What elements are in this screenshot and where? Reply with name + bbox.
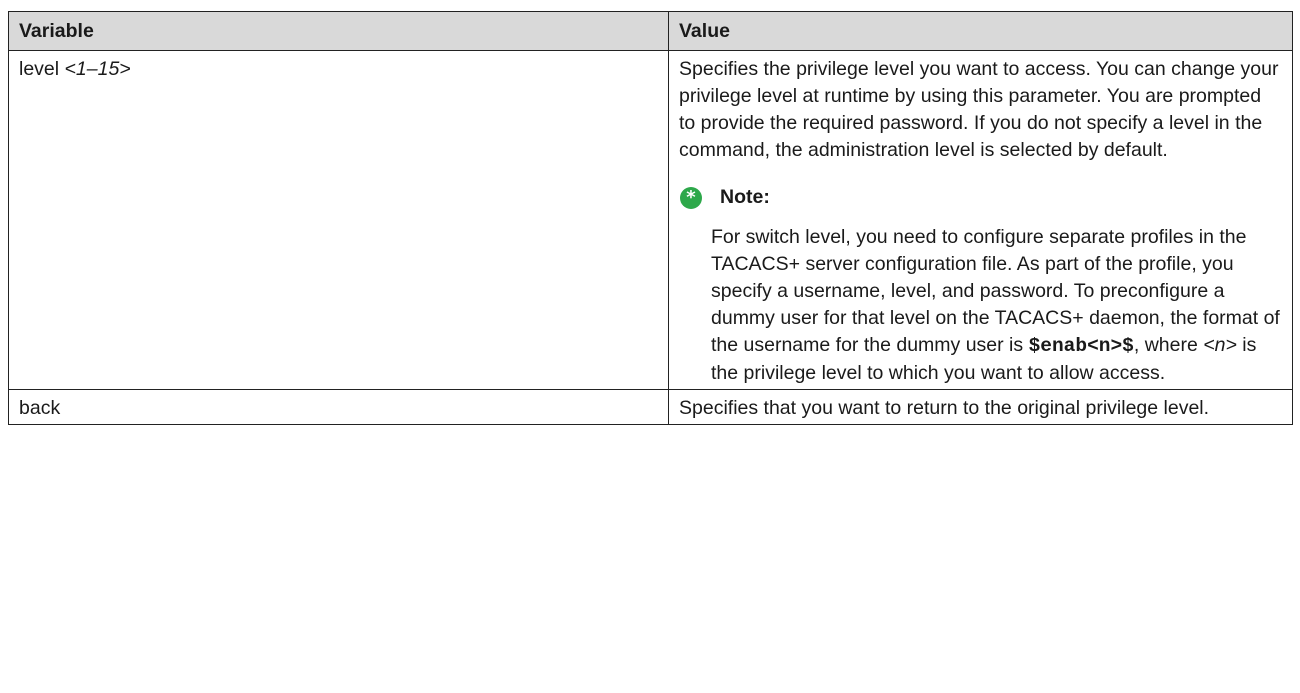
note-variable: <n>	[1203, 334, 1237, 356]
table-header-row: Variable Value	[8, 11, 1293, 51]
table-row: level <1–15> Specifies the privilege lev…	[8, 50, 1293, 390]
variable-argument: <1–15>	[64, 58, 131, 80]
asterisk-icon: *	[680, 186, 702, 209]
value-description: Specifies the privilege level you want t…	[679, 58, 1279, 161]
value-cell: Specifies that you want to return to the…	[668, 389, 1293, 425]
note-text: , where	[1133, 334, 1204, 356]
parameter-table: Variable Value level <1–15> Specifies th…	[8, 11, 1293, 425]
header-value: Value	[668, 11, 1293, 51]
header-variable: Variable	[8, 11, 669, 51]
variable-name: level	[19, 58, 60, 80]
note-heading: * Note:	[680, 184, 1282, 211]
note-code: $enab<n>$	[1028, 335, 1134, 357]
variable-cell: level <1–15>	[8, 50, 669, 390]
note-body: For switch level, you need to configure …	[711, 224, 1282, 387]
variable-cell: back	[8, 389, 669, 425]
table-row: back Specifies that you want to return t…	[8, 389, 1293, 425]
value-cell: Specifies the privilege level you want t…	[668, 50, 1293, 390]
note-label: Note:	[720, 186, 770, 208]
